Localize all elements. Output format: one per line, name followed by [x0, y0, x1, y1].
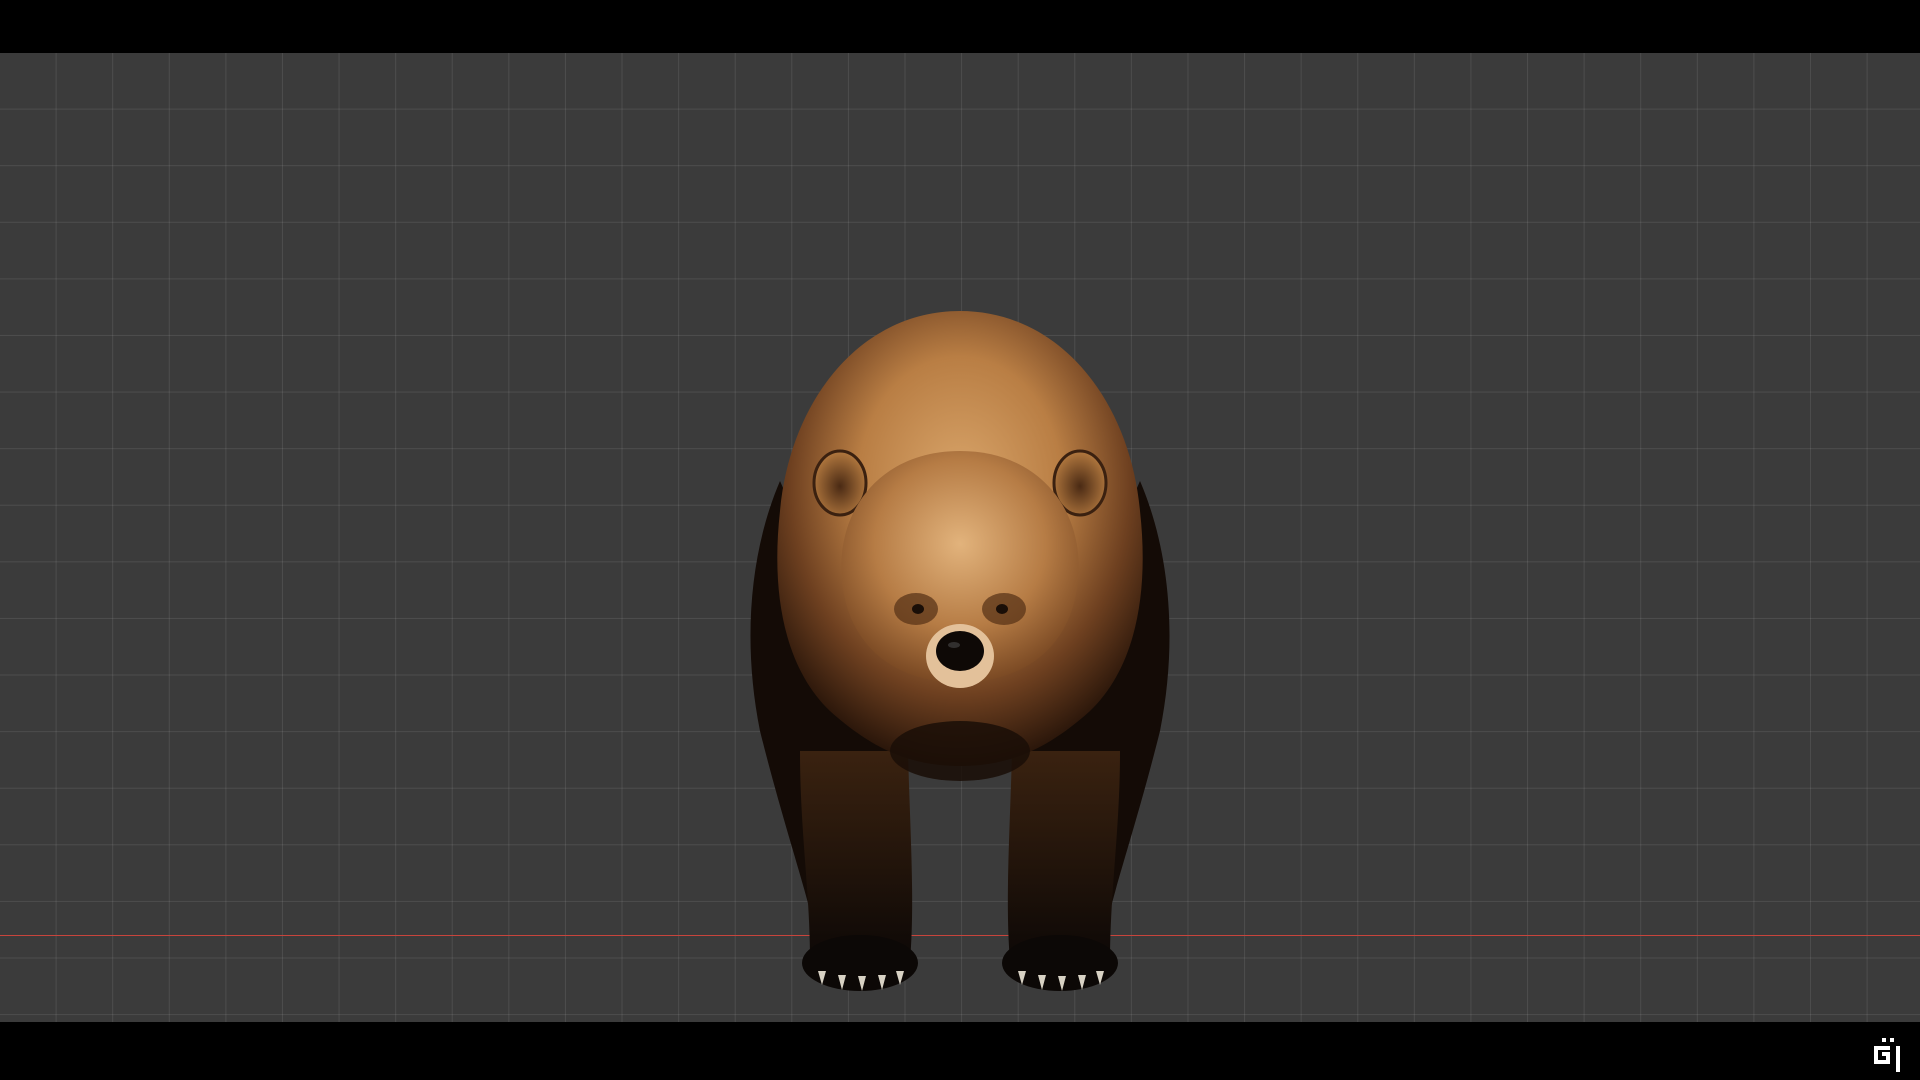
3d-viewport[interactable] [0, 53, 1920, 1022]
letterbox-bottom [0, 1022, 1920, 1080]
bear-model-icon[interactable] [740, 311, 1180, 1001]
letterbox-top [0, 0, 1920, 53]
channel-logo-icon [1874, 1038, 1900, 1072]
video-frame [0, 0, 1920, 1080]
